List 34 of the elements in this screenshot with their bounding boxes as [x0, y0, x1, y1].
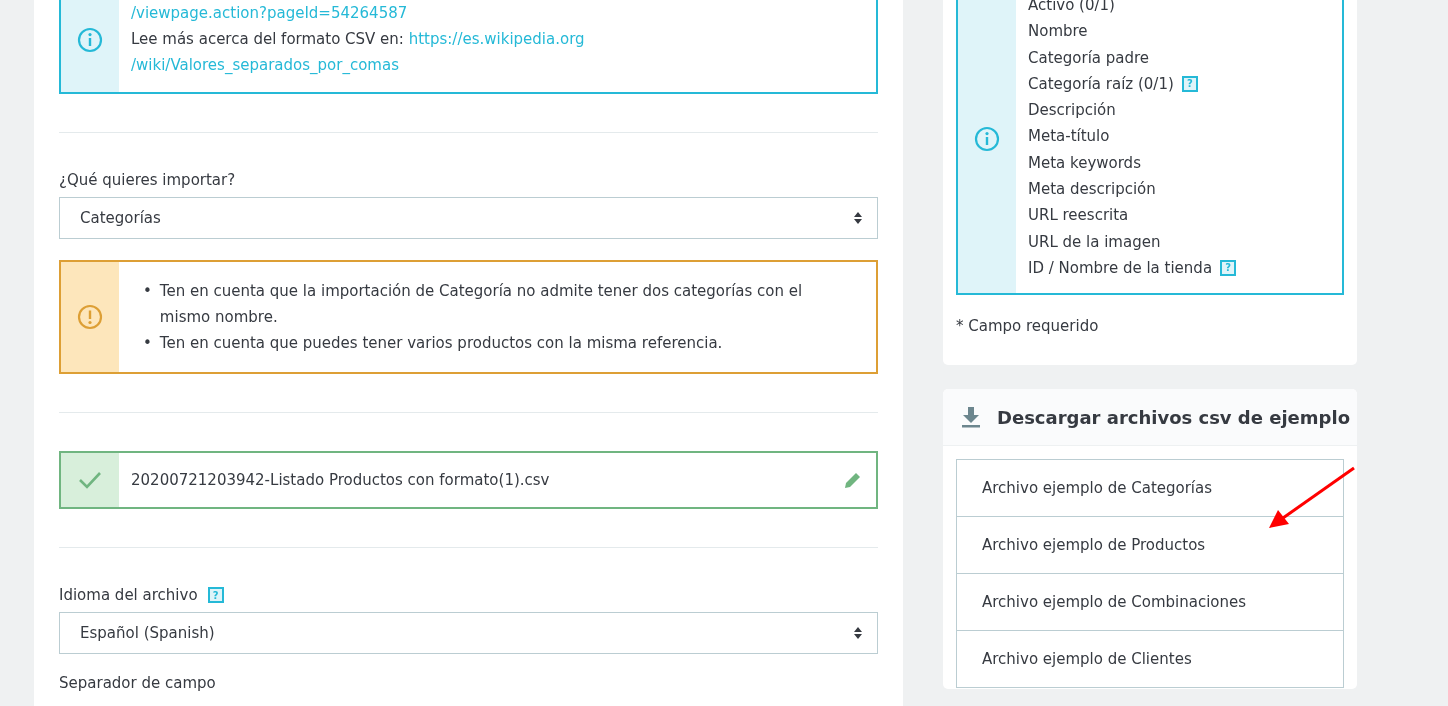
info-icon — [77, 27, 103, 53]
warning-text: Ten en cuenta que puedes tener varios productos con la misma referencia. — [159, 333, 723, 354]
file-name: 20200721203942-Listado Productos con formato(1).csv — [130, 470, 551, 491]
caret-icon — [853, 211, 863, 225]
caret-icon — [853, 626, 863, 640]
field-name: Categoría padre — [1028, 47, 1150, 69]
field-name: Meta descripción — [1028, 179, 1156, 201]
field-name: Nombre — [1028, 21, 1088, 43]
info-icon — [974, 125, 1000, 152]
field-label: Idioma del archivo — [59, 586, 198, 604]
field-name: URL reescrita — [1028, 205, 1129, 227]
field-name: Descripción — [1028, 100, 1116, 122]
check-icon — [78, 471, 102, 489]
download-icon — [961, 406, 981, 429]
bullet-mark: • — [143, 333, 152, 354]
panel-title: Descargar archivos csv de ejemplo — [997, 406, 1350, 428]
info-text: Lee más acerca del formato CSV en: https://es.wikipedia.org — [131, 29, 585, 50]
sample-file-link[interactable]: Archivo ejemplo de Clientes — [957, 631, 1343, 689]
field-label: Separador de campo — [59, 674, 217, 692]
bullet-mark: • — [143, 281, 152, 302]
warning-icon — [77, 304, 103, 330]
field-name: ID / Nombre de la tienda — [1028, 257, 1213, 279]
select-field[interactable]: Categorías — [59, 197, 878, 239]
select-field[interactable]: Español (Spanish) — [59, 612, 878, 654]
field-name: URL de la imagen — [1028, 231, 1161, 253]
sample-file-link[interactable]: Archivo ejemplo de Combinaciones — [957, 574, 1343, 632]
field-name: Meta keywords — [1028, 152, 1141, 174]
field-name: Meta-título — [1028, 126, 1110, 148]
field-label: ¿Qué quieres importar? — [59, 171, 236, 189]
sample-file-link[interactable]: Archivo ejemplo de Categorías — [957, 460, 1343, 518]
pencil-icon[interactable] — [844, 471, 862, 489]
warning-text: Ten en cuenta que la importación de Categoría no admite tener dos categorías con el mismo nombre. — [159, 281, 804, 328]
required-note: * Campo requerido — [956, 317, 1100, 336]
field-name: Categoría raíz (0/1) — [1028, 73, 1174, 95]
